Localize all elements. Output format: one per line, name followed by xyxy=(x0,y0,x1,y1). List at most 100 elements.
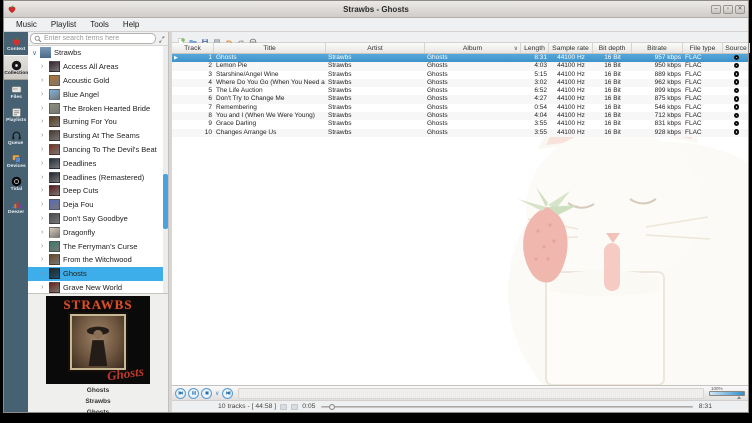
previous-track-button[interactable] xyxy=(175,388,186,399)
pause-button[interactable] xyxy=(188,388,199,399)
titlebar[interactable]: Strawbs - Ghosts –▫✕ xyxy=(4,1,748,18)
column-header-bit-depth[interactable]: Bit depth xyxy=(593,43,632,53)
playlist-row[interactable]: 8 You and I (When We Were Young) Strawbs… xyxy=(172,112,748,120)
column-header-album[interactable]: Album∨ xyxy=(425,43,521,53)
tree-album-item[interactable]: › Deadlines xyxy=(28,156,168,170)
collapse-arrow-icon[interactable]: ∨ xyxy=(32,49,37,57)
menu-tools[interactable]: Tools xyxy=(83,19,116,30)
tree-album-item[interactable]: › Grave New World xyxy=(28,281,168,293)
expand-arrow-icon[interactable]: › xyxy=(41,284,46,291)
column-header-bitrate[interactable]: Bitrate xyxy=(632,43,683,53)
expand-arrow-icon[interactable]: › xyxy=(41,229,46,236)
tree-album-item[interactable]: › Dragonfly xyxy=(28,225,168,239)
open-playlist-icon[interactable] xyxy=(189,33,197,41)
tree-album-item[interactable]: › Don't Say Goodbye xyxy=(28,212,168,226)
new-playlist-icon[interactable] xyxy=(177,33,185,41)
sidebar-tab-deezer[interactable]: Deezer xyxy=(4,195,28,218)
playlist-settings-icon[interactable] xyxy=(213,33,221,41)
tree-scrollbar-thumb[interactable] xyxy=(163,174,168,228)
sidebar-tab-context[interactable]: Context xyxy=(4,32,28,55)
seek-track[interactable] xyxy=(321,406,692,408)
collection-settings-wrench-icon[interactable] xyxy=(158,35,166,43)
expand-arrow-icon[interactable]: › xyxy=(41,256,46,263)
menu-playlist[interactable]: Playlist xyxy=(44,19,83,30)
sidebar-tab-devices[interactable]: Devices xyxy=(4,149,28,172)
collection-tree: ∨ Strawbs › Access All Areas › Acoustic … xyxy=(28,46,168,293)
playlist-row[interactable]: 9 Grace Darling Strawbs Ghosts 3:55 4410… xyxy=(172,120,748,128)
expand-arrow-icon[interactable]: › xyxy=(41,243,46,250)
expand-arrow-icon[interactable]: › xyxy=(41,215,46,222)
clear-playlist-icon[interactable] xyxy=(249,33,257,41)
playlist-row[interactable]: 5 The Life Auction Strawbs Ghosts 6:52 4… xyxy=(172,87,748,95)
seek-handle[interactable] xyxy=(329,404,335,410)
expand-arrow-icon[interactable]: › xyxy=(41,91,46,98)
sidebar-tab-tidal[interactable]: Tidal xyxy=(4,172,28,195)
column-header-sample-rate[interactable]: Sample rate xyxy=(549,43,593,53)
tree-album-item[interactable]: › Ghosts xyxy=(28,267,168,281)
tree-album-item[interactable]: › The Ferryman's Curse xyxy=(28,239,168,253)
album-art-thumbnail xyxy=(49,199,60,210)
tree-album-item[interactable]: › Acoustic Gold xyxy=(28,74,168,88)
close-button[interactable]: ✕ xyxy=(735,5,745,14)
next-track-button[interactable] xyxy=(222,388,233,399)
tree-album-item[interactable]: › Bursting At The Seams xyxy=(28,129,168,143)
stop-options-caret-icon[interactable]: ∨ xyxy=(215,390,219,397)
menu-music[interactable]: Music xyxy=(9,19,44,30)
sort-arrow-icon: ∨ xyxy=(514,45,518,52)
minimize-button[interactable]: – xyxy=(711,5,721,14)
tree-album-item[interactable]: › From the Witchwood xyxy=(28,253,168,267)
tree-album-item[interactable]: › Dancing To The Devil's Beat xyxy=(28,143,168,157)
tree-album-item[interactable]: › Access All Areas xyxy=(28,60,168,74)
expand-arrow-icon[interactable]: › xyxy=(41,201,46,208)
expand-arrow-icon[interactable]: › xyxy=(41,63,46,70)
column-header-title[interactable]: Title xyxy=(214,43,326,53)
shuffle-icon[interactable] xyxy=(291,404,298,410)
menu-help[interactable]: Help xyxy=(116,19,146,30)
search-input[interactable]: Enter search terms here xyxy=(30,33,156,44)
redo-icon[interactable] xyxy=(237,33,245,41)
source-cd-icon xyxy=(734,88,740,94)
repeat-icon[interactable] xyxy=(280,404,287,410)
tree-album-item[interactable]: › Burning For You xyxy=(28,115,168,129)
tree-album-item[interactable]: › Deja Fou xyxy=(28,198,168,212)
seek-slider[interactable] xyxy=(321,406,692,408)
stop-button[interactable] xyxy=(201,388,212,399)
column-header-source[interactable]: Source xyxy=(723,43,750,53)
playlist-row[interactable]: 3 Starshine/Angel Wine Strawbs Ghosts 5:… xyxy=(172,71,748,79)
volume-handle-icon[interactable] xyxy=(737,396,741,399)
column-header-length[interactable]: Length xyxy=(521,43,549,53)
expand-arrow-icon[interactable]: › xyxy=(41,160,46,167)
tree-album-item[interactable]: › Deadlines (Remastered) xyxy=(28,170,168,184)
sidebar-tab-files[interactable]: Files xyxy=(4,80,28,103)
expand-arrow-icon[interactable]: › xyxy=(41,174,46,181)
tree-album-item[interactable]: › Blue Angel xyxy=(28,87,168,101)
playlist-row[interactable]: ▶1 Ghosts Strawbs Ghosts 8:31 44100 Hz 1… xyxy=(172,54,748,62)
column-header-track[interactable]: Track xyxy=(172,43,214,53)
volume-slider[interactable]: 100% xyxy=(709,387,745,399)
expand-arrow-icon[interactable]: › xyxy=(41,118,46,125)
playlist-row[interactable]: 7 Remembering Strawbs Ghosts 0:54 44100 … xyxy=(172,104,748,112)
sidebar-tab-collection[interactable]: Collection xyxy=(4,55,28,80)
tree-root-strawbs[interactable]: ∨ Strawbs xyxy=(28,46,168,60)
column-header-file-type[interactable]: File type xyxy=(683,43,723,53)
playlist-row[interactable]: 10 Changes Arrange Us Strawbs Ghosts 3:5… xyxy=(172,129,748,137)
expand-arrow-icon[interactable]: › xyxy=(41,77,46,84)
expand-arrow-icon[interactable]: › xyxy=(41,187,46,194)
expand-arrow-icon[interactable]: › xyxy=(41,132,46,139)
playlist-row[interactable]: 2 Lemon Pie Strawbs Ghosts 4:03 44100 Hz… xyxy=(172,62,748,70)
expand-arrow-icon[interactable]: › xyxy=(41,270,46,277)
tree-album-item[interactable]: › The Broken Hearted Bride xyxy=(28,101,168,115)
maximize-button[interactable]: ▫ xyxy=(723,5,733,14)
expand-arrow-icon[interactable]: › xyxy=(41,105,46,112)
tree-scrollbar[interactable] xyxy=(163,46,168,293)
column-header-artist[interactable]: Artist xyxy=(326,43,425,53)
playlist-row[interactable]: 4 Where Do You Go (When You Need a Hole … xyxy=(172,79,748,87)
playlist-row[interactable]: 6 Don't Try to Change Me Strawbs Ghosts … xyxy=(172,95,748,103)
artist-icon xyxy=(40,47,51,58)
sidebar-tab-playlists[interactable]: Playlists xyxy=(4,103,28,126)
sidebar-tab-queue[interactable]: Queue xyxy=(4,126,28,149)
expand-arrow-icon[interactable]: › xyxy=(41,146,46,153)
save-playlist-icon[interactable] xyxy=(201,33,209,41)
tree-album-item[interactable]: › Deep Cuts xyxy=(28,184,168,198)
undo-icon[interactable] xyxy=(225,33,233,41)
